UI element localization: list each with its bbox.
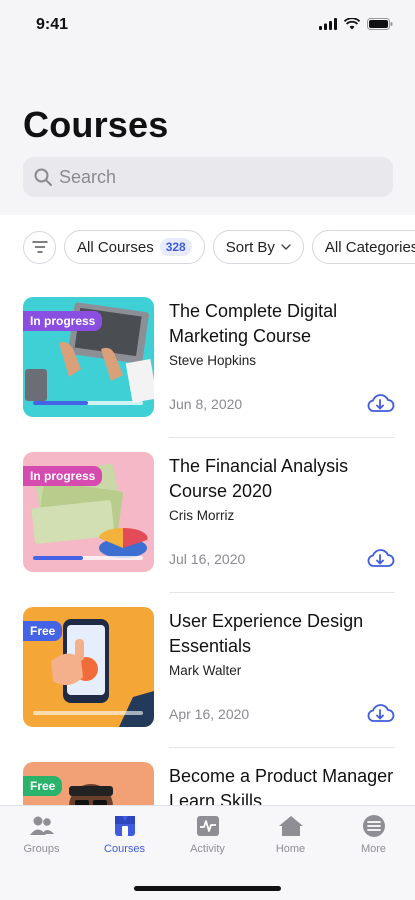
- course-title: The Complete Digital Marketing Course: [169, 301, 338, 346]
- tab-home[interactable]: Home: [256, 814, 326, 855]
- tab-courses[interactable]: Courses: [90, 814, 160, 855]
- page-title: Courses: [23, 104, 169, 145]
- tab-activity[interactable]: Activity: [173, 814, 243, 855]
- all-courses-label: All Courses: [77, 238, 154, 256]
- home-indicator: [134, 886, 281, 891]
- course-author: Cris Morriz: [169, 508, 235, 523]
- course-thumbnail: In progress: [23, 452, 154, 572]
- header-area: 9:41 Courses Search: [0, 0, 415, 215]
- tab-bar: Groups Courses Activity Home More: [0, 805, 415, 900]
- status-bar: 9:41: [0, 0, 415, 50]
- tab-label: Home: [275, 843, 306, 855]
- tab-groups[interactable]: Groups: [7, 814, 77, 855]
- search-placeholder: Search: [59, 166, 117, 187]
- status-time: 9:41: [36, 16, 69, 33]
- course-progress-fill: [33, 556, 83, 560]
- all-courses-chip[interactable]: All Courses 328: [64, 230, 205, 264]
- course-progress-bar: [33, 401, 143, 405]
- course-progress-fill: [33, 401, 88, 405]
- course-card[interactable]: Free User Experience Design Essentials M…: [23, 593, 395, 747]
- sort-by-chip[interactable]: Sort By: [212, 230, 304, 264]
- sort-by-label: Sort By: [225, 238, 275, 256]
- filter-icon: [31, 241, 48, 253]
- tab-label: More: [360, 843, 387, 855]
- course-status-badge: In progress: [23, 466, 103, 486]
- course-status-badge: Free: [23, 621, 63, 641]
- course-date: Jun 8, 2020: [169, 396, 243, 412]
- course-thumbnail: Free: [23, 607, 154, 727]
- courses-icon: [114, 816, 135, 836]
- cloud-download-icon[interactable]: [365, 546, 395, 570]
- filter-button[interactable]: [23, 230, 56, 264]
- courses-count-badge: 328: [159, 238, 192, 256]
- wifi-icon: [344, 18, 360, 30]
- course-progress-bar: [33, 556, 143, 560]
- tab-more[interactable]: More: [339, 814, 409, 855]
- category-chip[interactable]: All Categories: [311, 230, 415, 264]
- course-date: Apr 16, 2020: [169, 706, 250, 722]
- course-title: The Financial Analysis Course 2020: [169, 456, 349, 501]
- course-progress-bar: [33, 711, 143, 715]
- category-label: All Categories: [324, 238, 415, 256]
- status-icons: [319, 18, 393, 30]
- more-icon: [362, 815, 385, 837]
- cloud-download-icon[interactable]: [365, 701, 395, 725]
- cloud-download-icon[interactable]: [365, 391, 395, 415]
- course-title: User Experience Design Essentials: [169, 611, 364, 656]
- tab-label: Courses: [104, 843, 145, 855]
- groups-icon: [29, 816, 54, 835]
- signal-icon: [319, 18, 337, 30]
- course-thumbnail: In progress: [23, 297, 154, 417]
- tab-label: Groups: [23, 843, 60, 855]
- course-card[interactable]: In progress The Financial Analysis Cours…: [23, 438, 395, 592]
- battery-icon: [367, 18, 393, 30]
- course-status-badge: Free: [23, 776, 63, 796]
- home-icon: [278, 816, 303, 836]
- course-status-badge: In progress: [23, 311, 103, 331]
- search-input[interactable]: Search: [23, 157, 393, 197]
- filter-row: All Courses 328 Sort By All Categories: [23, 227, 415, 267]
- course-author: Steve Hopkins: [169, 353, 257, 368]
- course-author: Mark Walter: [169, 663, 242, 678]
- chevron-down-icon: [281, 244, 291, 250]
- course-date: Jul 16, 2020: [169, 551, 246, 567]
- tab-label: Activity: [190, 843, 225, 855]
- search-icon: [34, 168, 52, 186]
- activity-icon: [196, 816, 219, 836]
- course-card[interactable]: In progress The Complete Digital Marketi…: [23, 283, 395, 437]
